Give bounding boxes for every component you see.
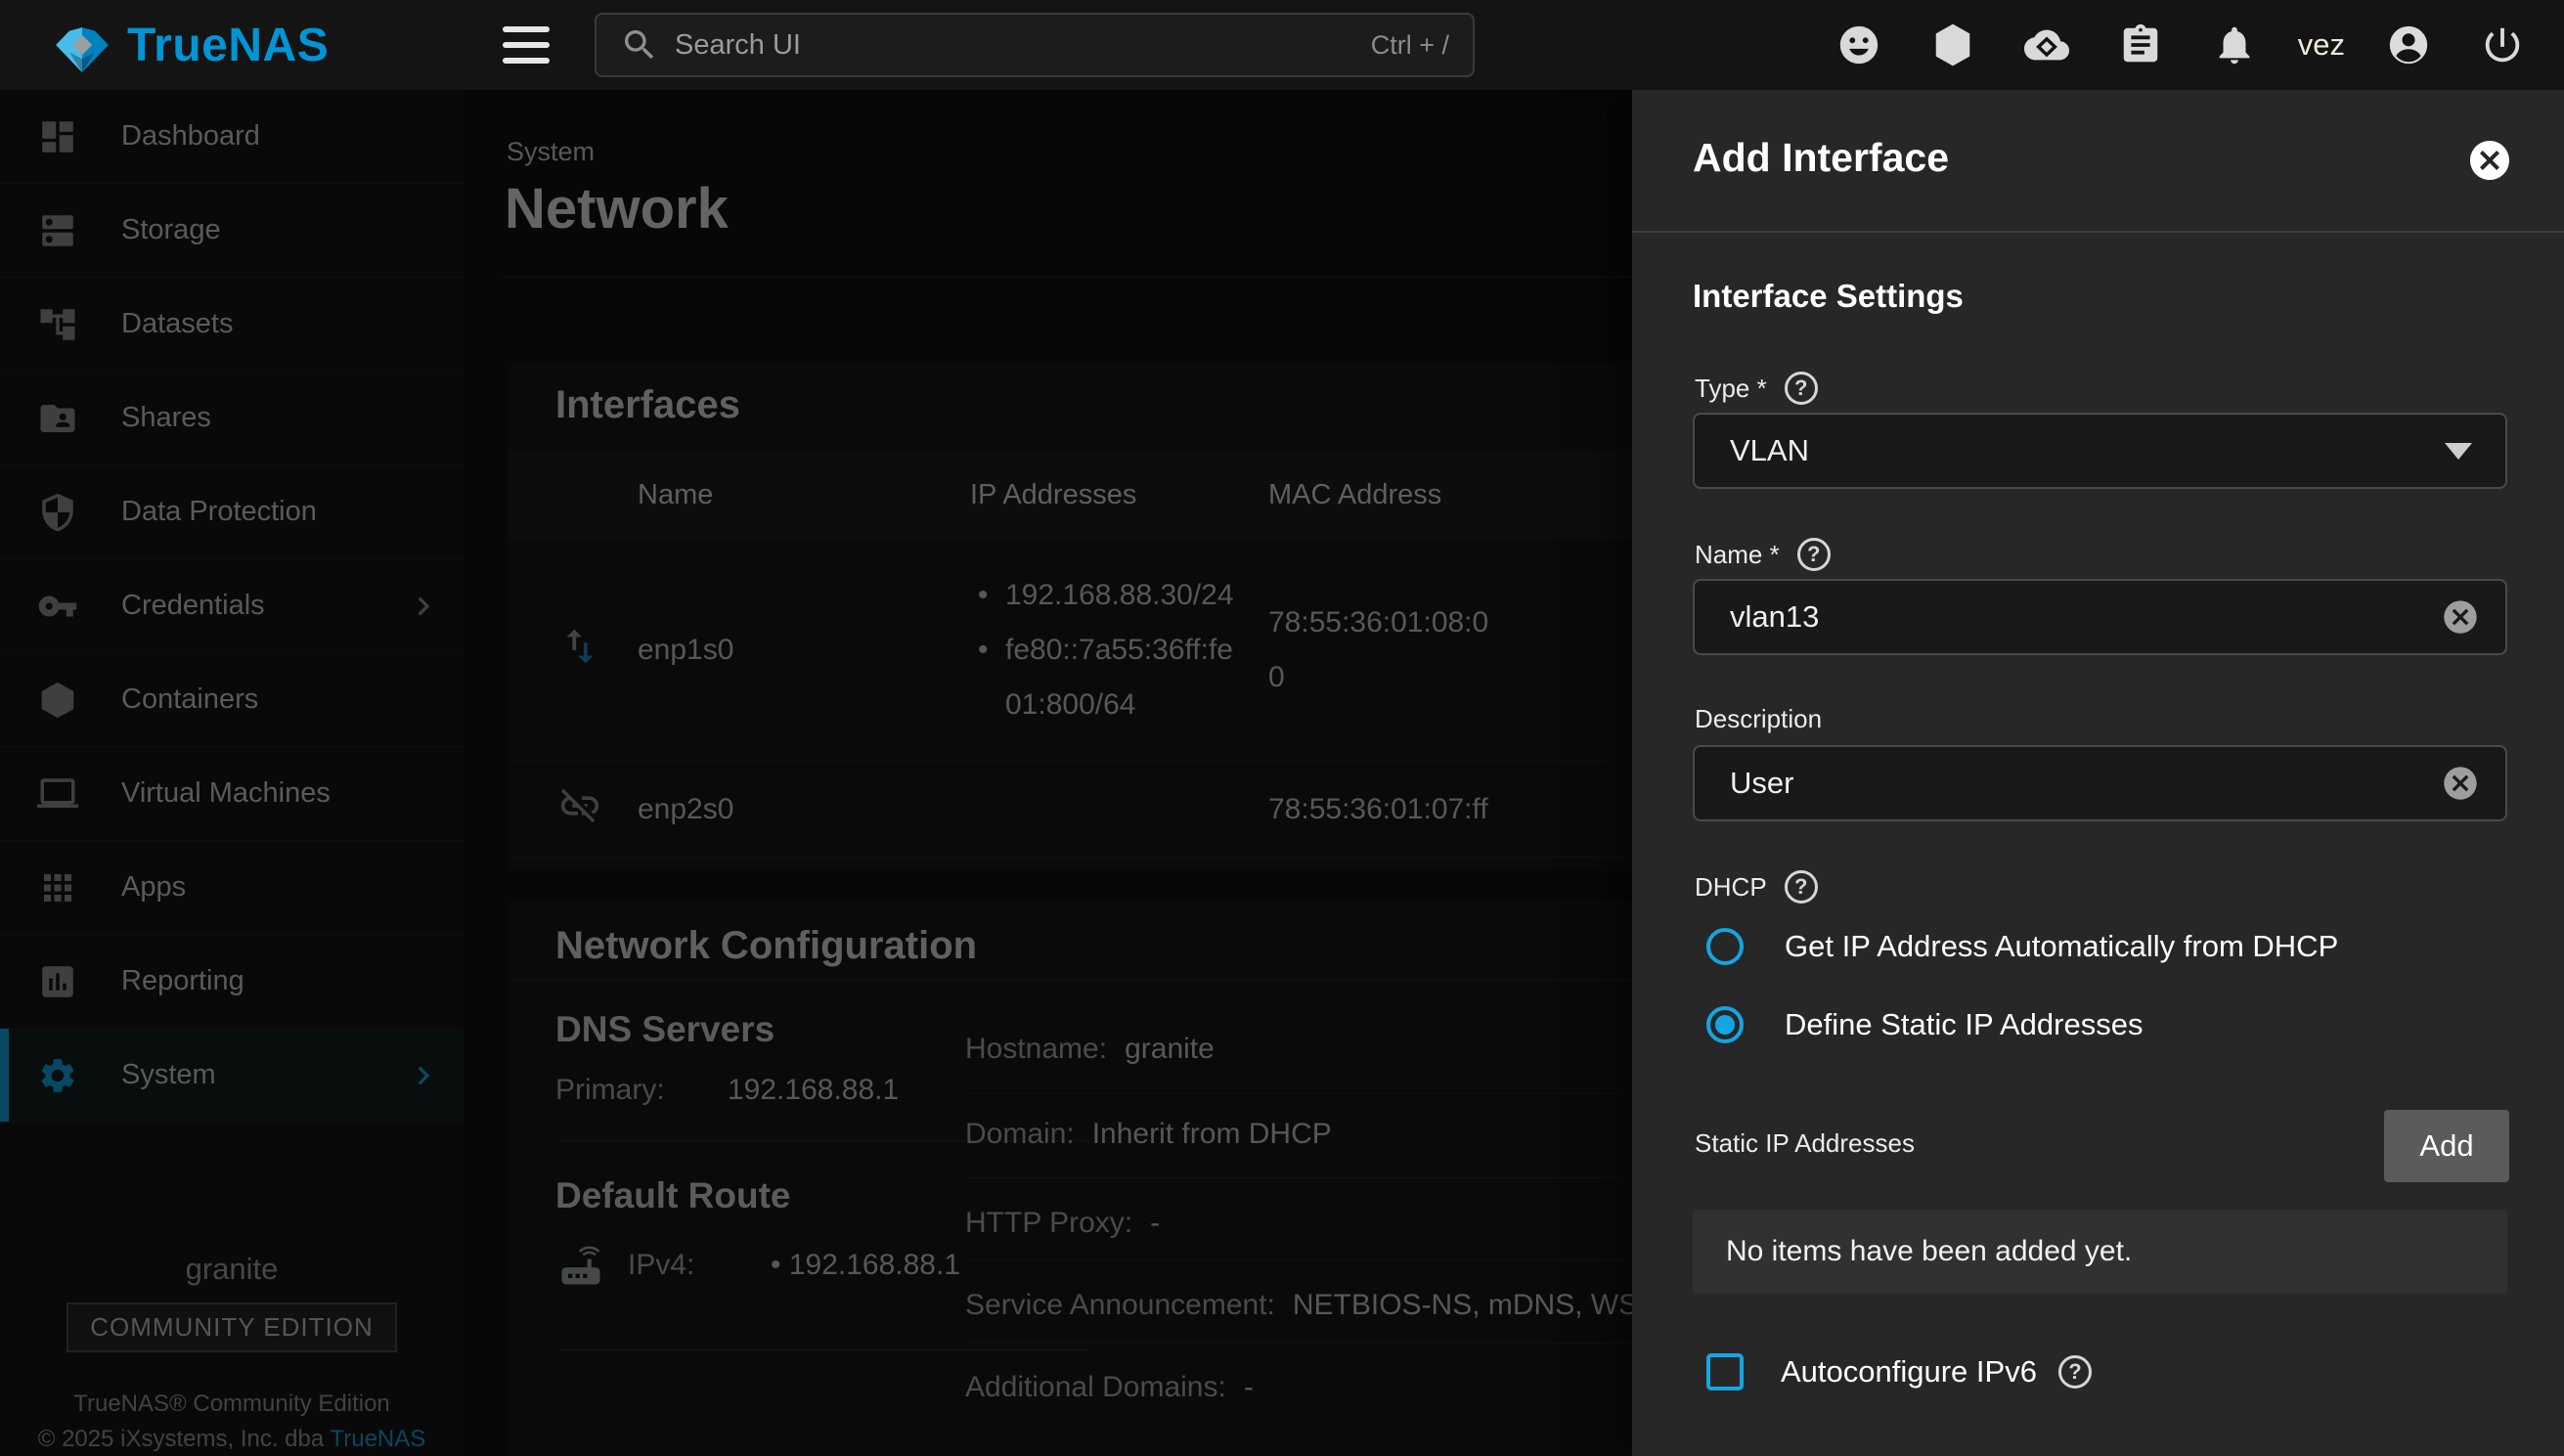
add-interface-panel: Add Interface Interface Settings Type * … xyxy=(1632,90,2564,1456)
type-select[interactable]: VLAN xyxy=(1693,413,2507,489)
search-shortcut: Ctrl + / xyxy=(1371,30,1449,61)
help-icon[interactable] xyxy=(1785,372,1818,405)
type-select-value: VLAN xyxy=(1730,433,2445,468)
panel-header: Add Interface xyxy=(1632,90,2564,233)
empty-list-message: No items have been added yet. xyxy=(1693,1210,2507,1294)
radio-checked-icon xyxy=(1706,1006,1744,1043)
type-field-label: Type * xyxy=(1695,372,1818,405)
description-field-label: Description xyxy=(1695,704,1822,734)
radio-dhcp-auto[interactable]: Get IP Address Automatically from DHCP xyxy=(1706,919,2338,974)
search-box[interactable]: Ctrl + / xyxy=(595,13,1475,77)
help-icon[interactable] xyxy=(1797,538,1831,571)
name-field-label: Name * xyxy=(1695,538,1831,571)
autoconfigure-ipv6-row: Autoconfigure IPv6 xyxy=(1706,1344,2092,1400)
static-ip-label: Static IP Addresses xyxy=(1695,1128,1915,1159)
dhcp-field-label: DHCP xyxy=(1695,870,1818,904)
section-title: Interface Settings xyxy=(1693,278,1964,315)
close-icon[interactable] xyxy=(2466,137,2513,184)
truecommand-cloud-icon[interactable] xyxy=(2012,11,2081,79)
description-field xyxy=(1693,745,2507,821)
panel-title: Add Interface xyxy=(1693,135,1949,181)
modal-backdrop[interactable] xyxy=(0,90,1632,1456)
menu-toggle-icon[interactable] xyxy=(503,26,550,64)
logo-text: TrueNAS xyxy=(127,19,329,72)
radio-static-ip[interactable]: Define Static IP Addresses xyxy=(1706,997,2143,1052)
search-input[interactable] xyxy=(675,29,1371,62)
name-field xyxy=(1693,579,2507,655)
username-label: vez xyxy=(2294,27,2349,63)
alerts-bell-icon[interactable] xyxy=(2200,11,2269,79)
chevron-down-icon xyxy=(2445,443,2472,460)
user-avatar[interactable] xyxy=(2374,11,2443,79)
clear-input-icon[interactable] xyxy=(2441,597,2480,637)
topbar-actions: vez xyxy=(1825,0,2537,90)
radio-icon xyxy=(1706,928,1744,965)
truenas-logo-icon xyxy=(51,14,113,76)
truenas-logo[interactable]: TrueNAS xyxy=(51,14,329,76)
topbar: TrueNAS Ctrl + / vez xyxy=(0,0,2564,90)
name-input[interactable] xyxy=(1730,599,2441,635)
clear-input-icon[interactable] xyxy=(2441,764,2480,803)
help-icon[interactable] xyxy=(2058,1355,2092,1389)
search-icon xyxy=(620,25,659,65)
jobs-clipboard-icon[interactable] xyxy=(2106,11,2175,79)
feedback-smiley-icon[interactable] xyxy=(1825,11,1893,79)
checkbox-label: Autoconfigure IPv6 xyxy=(1781,1354,2037,1390)
power-icon[interactable] xyxy=(2468,11,2537,79)
checkbox-unchecked-icon[interactable] xyxy=(1706,1353,1744,1390)
add-static-ip-button[interactable]: Add xyxy=(2384,1110,2509,1182)
description-input[interactable] xyxy=(1730,766,2441,801)
enterprise-stack-icon[interactable] xyxy=(1919,11,1987,79)
help-icon[interactable] xyxy=(1785,870,1818,904)
